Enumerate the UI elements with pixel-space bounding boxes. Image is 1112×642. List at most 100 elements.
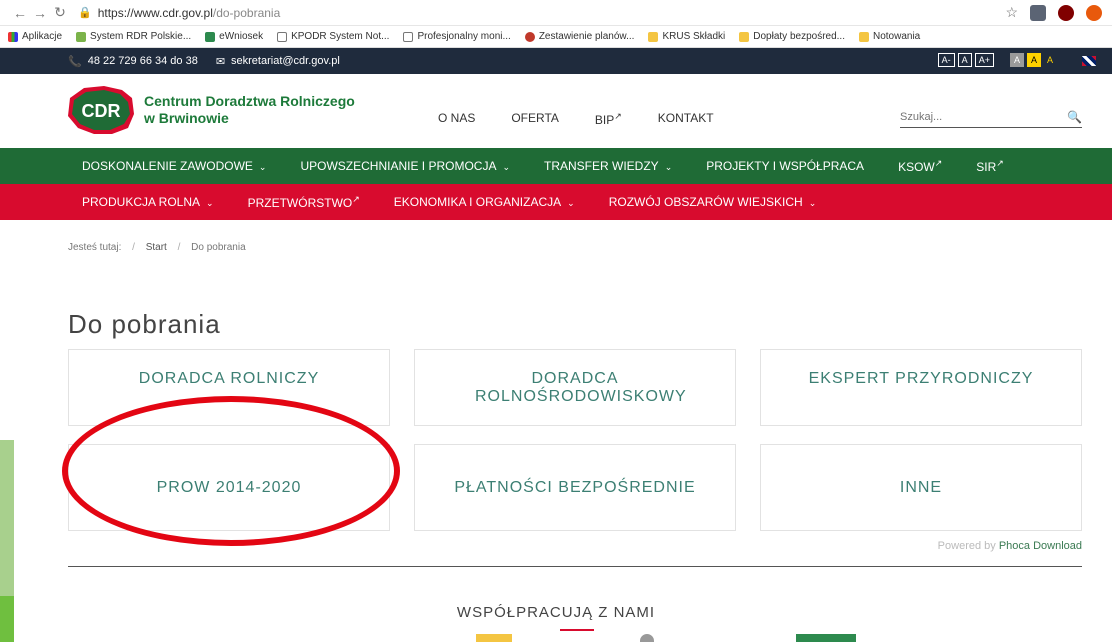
menu-label: DOSKONALENIE ZAWODOWE (82, 159, 253, 173)
search-icon[interactable]: 🔍 (1067, 110, 1082, 124)
partner-logo[interactable] (640, 634, 654, 642)
contrast-dark-button[interactable]: A (1044, 54, 1056, 66)
bookmark-label: KRUS Składki (662, 31, 726, 42)
breadcrumb-start[interactable]: Start (146, 242, 167, 253)
main-nav: O NAS OFERTA BIP↗ KONTAKT (438, 111, 714, 127)
menu-ksow[interactable]: KSOW↗ (898, 158, 942, 174)
nav-kontakt[interactable]: KONTAKT (658, 111, 714, 127)
ewniosek-icon (205, 31, 216, 42)
bookmark-label: KPODR System Not... (291, 31, 390, 42)
contrast-yellow-button[interactable]: A (1026, 53, 1041, 67)
left-edge-bar (0, 440, 14, 596)
partner-logo[interactable] (796, 634, 856, 642)
page-icon (403, 31, 414, 42)
tile-prow-2014-2020[interactable]: PROW 2014-2020 (68, 444, 390, 531)
breadcrumb: Jesteś tutaj: / Start / Do pobrania (0, 220, 1112, 270)
secondary-menu: PRODUKCJA ROLNA ⌄ PRZETWÓRSTWO↗ EKONOMIKA… (0, 184, 1112, 220)
address-bar[interactable]: 🔒 https://www.cdr.gov.pl/do-pobrania (78, 2, 1005, 24)
nav-bip[interactable]: BIP↗ (595, 111, 622, 127)
chevron-down-icon: ⌄ (502, 162, 511, 172)
menu-przetworstwo[interactable]: PRZETWÓRSTWO↗ (248, 194, 360, 210)
bookmark-item[interactable]: Profesjonalny moni... (403, 31, 511, 42)
tile-doradca-rolniczy[interactable]: DORADCA ROLNICZY (68, 349, 390, 426)
logo[interactable]: CDR Centrum Doradztwa Rolniczego w Brwin… (64, 84, 355, 136)
divider (68, 566, 1082, 567)
uk-flag-icon[interactable] (1082, 56, 1096, 66)
menu-rozwoj[interactable]: ROZWÓJ OBSZARÓW WIEJSKICH ⌄ (609, 195, 817, 209)
bookmark-label: System RDR Polskie... (90, 31, 192, 42)
extension-shield-icon[interactable] (1030, 4, 1046, 21)
partners-underline (560, 629, 594, 631)
powered-by: Powered by Phoca Download (938, 540, 1082, 552)
chevron-down-icon: ⌄ (258, 162, 267, 172)
menu-label: SIR (976, 160, 997, 174)
menu-upowszechnianie[interactable]: UPOWSZECHNIANIE I PROMOCJA ⌄ (300, 159, 510, 173)
tile-doradca-rolnosrodowiskowy[interactable]: DORADCA ROLNOŚRODOWISKOWY (414, 349, 736, 426)
menu-label: UPOWSZECHNIANIE I PROMOCJA (300, 159, 497, 173)
contrast-default-button[interactable]: A (1009, 53, 1024, 67)
bookmark-label: Notowania (872, 31, 921, 42)
bookmark-item[interactable]: KRUS Składki (648, 31, 725, 42)
chevron-down-icon: ⌄ (664, 162, 673, 172)
menu-projekty[interactable]: PROJEKTY I WSPÓŁPRACA (706, 159, 864, 173)
logo-line1: Centrum Doradztwa Rolniczego (144, 93, 355, 109)
font-decrease-button[interactable]: A- (937, 53, 955, 67)
search-input[interactable] (900, 110, 1050, 123)
nav-oferta[interactable]: OFERTA (511, 111, 559, 127)
phone-icon: 📞 (68, 55, 82, 68)
bookmark-item[interactable]: eWniosek (205, 31, 263, 42)
bookmark-label: Aplikacje (22, 31, 63, 42)
breadcrumb-label: Jesteś tutaj: (68, 242, 122, 253)
external-link-icon: ↗ (614, 111, 622, 121)
tile-ekspert-przyrodniczy[interactable]: EKSPERT PRZYRODNICZY (760, 349, 1082, 426)
powered-prefix: Powered by (937, 540, 996, 552)
menu-doskonalenie-zawodowe[interactable]: DOSKONALENIE ZAWODOWE ⌄ (82, 159, 266, 173)
mail-icon: ✉ (215, 55, 226, 68)
tile-platnosci-bezposrednie[interactable]: PŁATNOŚCI BEZPOŚREDNIE (414, 444, 736, 531)
phoca-download-link[interactable]: Phoca Download (999, 540, 1082, 552)
partner-logo[interactable] (476, 634, 512, 642)
bookmark-label: Zestawienie planów... (538, 31, 635, 42)
site-topbar: 📞 48 22 729 66 34 do 38 ✉ sekretariat@cdr.… (0, 48, 1112, 74)
phone-number: 48 22 729 66 34 do 38 (87, 55, 198, 67)
font-normal-button[interactable]: A (957, 53, 972, 67)
profile-avatar-icon[interactable] (1086, 4, 1102, 21)
site-header: CDR Centrum Doradztwa Rolniczego w Brwin… (0, 74, 1112, 148)
tile-inne[interactable]: INNE (760, 444, 1082, 531)
ublock-icon[interactable] (1058, 4, 1074, 21)
bookmark-label: Profesjonalny moni... (417, 31, 511, 42)
menu-label: ROZWÓJ OBSZARÓW WIEJSKICH (608, 195, 803, 209)
forward-icon[interactable]: → (30, 5, 50, 21)
chevron-down-icon: ⌄ (206, 198, 214, 208)
font-increase-button[interactable]: A+ (974, 53, 994, 67)
star-icon[interactable]: ☆ (1005, 4, 1018, 21)
breadcrumb-separator: / (177, 242, 181, 253)
reload-icon[interactable]: ↻ (50, 4, 70, 21)
menu-label: EKONOMIKA I ORGANIZACJA (393, 195, 562, 209)
bookmark-item[interactable]: KPODR System Not... (277, 31, 389, 42)
phone-contact[interactable]: 📞 48 22 729 66 34 do 38 (68, 55, 198, 68)
menu-transfer-wiedzy[interactable]: TRANSFER WIEDZY ⌄ (544, 159, 672, 173)
bookmark-item[interactable]: Notowania (858, 31, 921, 42)
left-edge-bar (0, 596, 14, 642)
bookmark-item[interactable]: Zestawienie planów... (524, 31, 635, 42)
nav-o-nas[interactable]: O NAS (438, 111, 475, 127)
url-path: /do-pobrania (212, 5, 281, 20)
bookmark-apps[interactable]: Aplikacje (8, 31, 62, 42)
browser-toolbar: ← → ↻ 🔒 https://www.cdr.gov.pl/do-pobran… (0, 0, 1112, 26)
accessibility-controls: A- A A+ A A A (937, 53, 1056, 67)
chevron-down-icon: ⌄ (808, 198, 817, 208)
apps-grid-icon (8, 31, 18, 42)
bookmark-item[interactable]: System RDR Polskie... (76, 31, 191, 42)
bookmark-item[interactable]: Dopłaty bezpośred... (739, 31, 845, 42)
menu-produkcja-rolna[interactable]: PRODUKCJA ROLNA ⌄ (82, 195, 214, 209)
leaf-icon (76, 31, 87, 42)
email-contact[interactable]: ✉ sekretariat@cdr.gov.pl (216, 55, 340, 68)
partners-heading: WSPÓŁPRACUJĄ Z NAMI (456, 604, 656, 621)
back-icon[interactable]: ← (10, 5, 30, 21)
logo-text: Centrum Doradztwa Rolniczego w Brwinowie (144, 93, 355, 127)
menu-ekonomika[interactable]: EKONOMIKA I ORGANIZACJA ⌄ (394, 195, 575, 209)
folder-icon (739, 31, 750, 42)
primary-menu: DOSKONALENIE ZAWODOWE ⌄ UPOWSZECHNIANIE I… (0, 148, 1112, 184)
menu-sir[interactable]: SIR↗ (976, 158, 1004, 174)
